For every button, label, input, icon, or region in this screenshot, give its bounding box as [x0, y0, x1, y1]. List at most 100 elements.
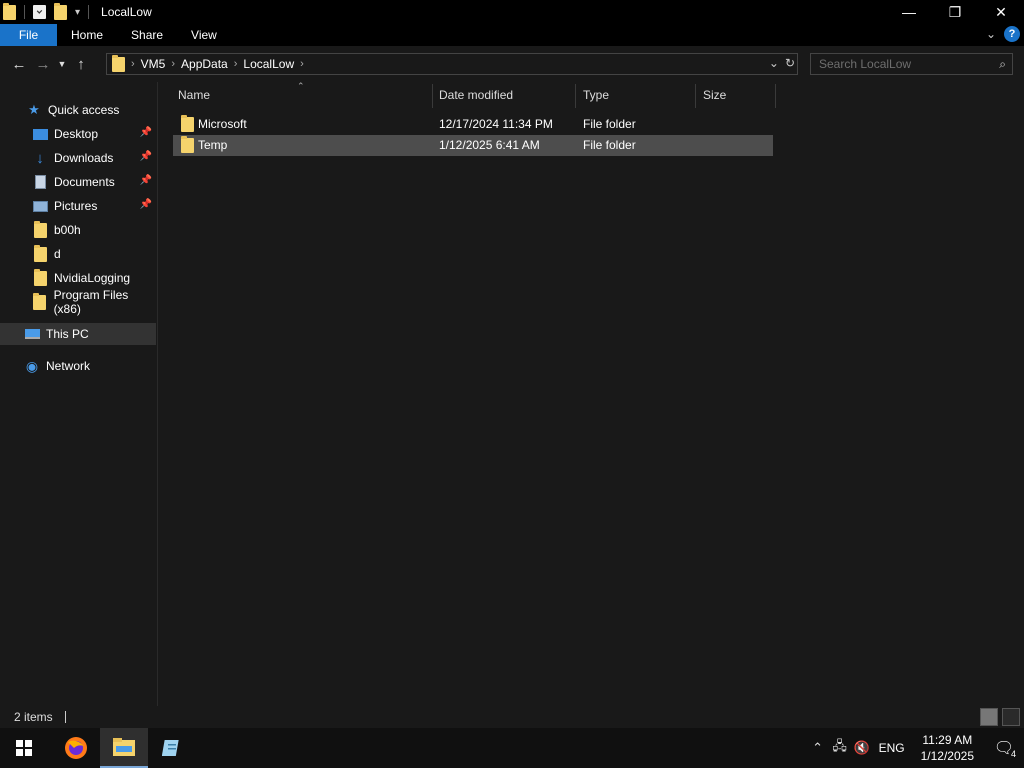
file-type: File folder [583, 138, 636, 152]
customize-quick-access-icon[interactable]: ▾ [75, 7, 80, 18]
download-icon: ↓ [36, 149, 44, 167]
minimize-button[interactable]: — [886, 0, 932, 24]
sidebar-item-nvidialogging[interactable]: NvidiaLogging [0, 267, 156, 289]
properties-icon[interactable] [33, 5, 46, 19]
action-center-button[interactable]: 🗨 4 [984, 728, 1024, 768]
sidebar-item-label: Network [46, 359, 91, 373]
search-icon[interactable]: ⌕ [999, 57, 1006, 72]
folder-icon [181, 115, 194, 135]
folder-icon [32, 268, 48, 286]
sidebar-item-network[interactable]: ◉ Network [0, 355, 156, 377]
sidebar-item-label: Desktop [54, 127, 99, 141]
pin-icon[interactable]: 📌 [140, 199, 152, 210]
chevron-right-icon[interactable]: › [232, 58, 240, 70]
file-date: 12/17/2024 11:34 PM [439, 117, 553, 131]
refresh-icon[interactable]: ↻ [785, 56, 795, 70]
sidebar-item-desktop[interactable]: Desktop 📌 [0, 123, 156, 145]
file-explorer-icon[interactable] [100, 728, 148, 768]
column-header-date-modified[interactable]: Date modified [439, 82, 513, 108]
table-row[interactable]: Microsoft 12/17/2024 11:34 PM File folde… [173, 114, 773, 135]
chevron-right-icon[interactable]: › [129, 58, 137, 70]
search-box[interactable]: ⌕ [810, 53, 1013, 75]
pin-icon[interactable]: 📌 [140, 127, 152, 138]
sidebar-item-pictures[interactable]: Pictures 📌 [0, 195, 156, 217]
column-divider[interactable] [775, 84, 776, 108]
sidebar-item-label: This PC [46, 327, 89, 341]
clock-time: 11:29 AM [922, 733, 973, 747]
file-date: 1/12/2025 6:41 AM [439, 138, 540, 152]
breadcrumb-vm5[interactable]: VM5 [137, 57, 170, 71]
breadcrumb-locallow[interactable]: LocalLow [239, 57, 298, 71]
column-header-type[interactable]: Type [583, 82, 609, 108]
folder-icon [3, 2, 16, 20]
folder-icon [32, 244, 48, 262]
windows-start-icon[interactable] [0, 728, 48, 768]
breadcrumb-appdata[interactable]: AppData [177, 57, 232, 71]
forward-arrow-icon[interactable]: → [31, 52, 55, 76]
sidebar-item-quick-access[interactable]: ★ Quick access [0, 99, 156, 121]
tab-view[interactable]: View [177, 24, 231, 46]
notepad-icon[interactable] [148, 728, 196, 768]
documents-icon [32, 175, 48, 189]
sidebar-item-label: Program Files (x86) [53, 288, 129, 316]
firefox-icon[interactable] [52, 728, 100, 768]
sidebar-item-label: Documents [54, 175, 115, 189]
sidebar-item-label: d [54, 247, 61, 261]
details-view-icon[interactable] [980, 708, 998, 726]
pin-icon[interactable]: 📌 [140, 175, 152, 186]
large-icons-view-icon[interactable] [1002, 708, 1020, 726]
help-icon[interactable]: ? [1004, 26, 1020, 42]
volume-muted-icon[interactable]: 🔇 [851, 740, 873, 756]
clock[interactable]: 11:29 AM 1/12/2025 [921, 732, 974, 764]
back-arrow-icon[interactable]: ← [7, 52, 31, 76]
restore-button[interactable]: ❐ [932, 0, 978, 24]
up-arrow-icon[interactable]: ↑ [69, 52, 93, 76]
sidebar-item-label: Quick access [48, 103, 120, 117]
chevron-right-icon[interactable]: › [298, 58, 306, 70]
pin-icon[interactable]: 📌 [140, 151, 152, 162]
system-tray: ⌃ 🖧 🔇 ENG 11:29 AM 1/12/2025 🗨 4 [807, 728, 1024, 768]
column-divider[interactable] [575, 84, 576, 108]
status-bar: 2 items [0, 706, 1024, 728]
network-status-icon[interactable]: 🖧 [829, 737, 851, 759]
star-icon: ★ [28, 102, 40, 117]
column-header-name[interactable]: Name [178, 82, 210, 108]
file-name: Microsoft [198, 117, 247, 131]
folder-icon [32, 292, 48, 310]
ribbon-controls: ⌄ ? [986, 26, 1020, 42]
table-row[interactable]: Temp 1/12/2025 6:41 AM File folder [173, 135, 773, 156]
column-header-size[interactable]: Size [703, 82, 726, 108]
chevron-up-icon[interactable]: ⌃ [807, 740, 829, 756]
language-indicator[interactable]: ENG [879, 741, 905, 755]
new-folder-icon[interactable] [54, 2, 67, 20]
sidebar-item-program-files-x86[interactable]: Program Files (x86) [0, 288, 156, 316]
notification-count: 4 [1010, 749, 1016, 759]
tab-home[interactable]: Home [57, 24, 117, 46]
chevron-down-icon[interactable]: ⌄ [769, 56, 779, 70]
ribbon-tabs: File Home Share View ⌄ ? [0, 24, 1024, 46]
desktop-icon [32, 127, 48, 141]
file-type: File folder [583, 117, 636, 131]
close-button[interactable]: ✕ [978, 0, 1024, 24]
column-divider[interactable] [432, 84, 433, 108]
search-input[interactable] [811, 57, 981, 71]
sidebar-item-d[interactable]: d [0, 243, 156, 265]
sidebar-item-this-pc[interactable]: This PC [0, 323, 156, 345]
expand-ribbon-icon[interactable]: ⌄ [986, 27, 996, 41]
column-divider[interactable] [695, 84, 696, 108]
sidebar-item-label: NvidiaLogging [54, 271, 131, 285]
sidebar-item-label: Downloads [54, 151, 114, 165]
title-bar: ▾ LocalLow — ❐ ✕ [0, 0, 1024, 24]
navigation-bar: ← → ▼ ↑ › VM5 › AppData › LocalLow › ⌄ ↻… [0, 46, 1024, 82]
chevron-right-icon[interactable]: › [169, 58, 177, 70]
address-bar[interactable]: › VM5 › AppData › LocalLow › ⌄ ↻ [106, 53, 798, 75]
recent-locations-icon[interactable]: ▼ [55, 52, 69, 76]
sidebar-item-documents[interactable]: Documents 📌 [0, 171, 156, 193]
sidebar-item-downloads[interactable]: ↓ Downloads 📌 [0, 147, 156, 169]
clock-date: 1/12/2025 [920, 749, 974, 763]
sidebar-item-b00h[interactable]: b00h [0, 219, 156, 241]
tab-file[interactable]: File [0, 24, 57, 46]
pictures-icon [32, 199, 48, 213]
tab-share[interactable]: Share [117, 24, 177, 46]
divider [88, 5, 90, 19]
